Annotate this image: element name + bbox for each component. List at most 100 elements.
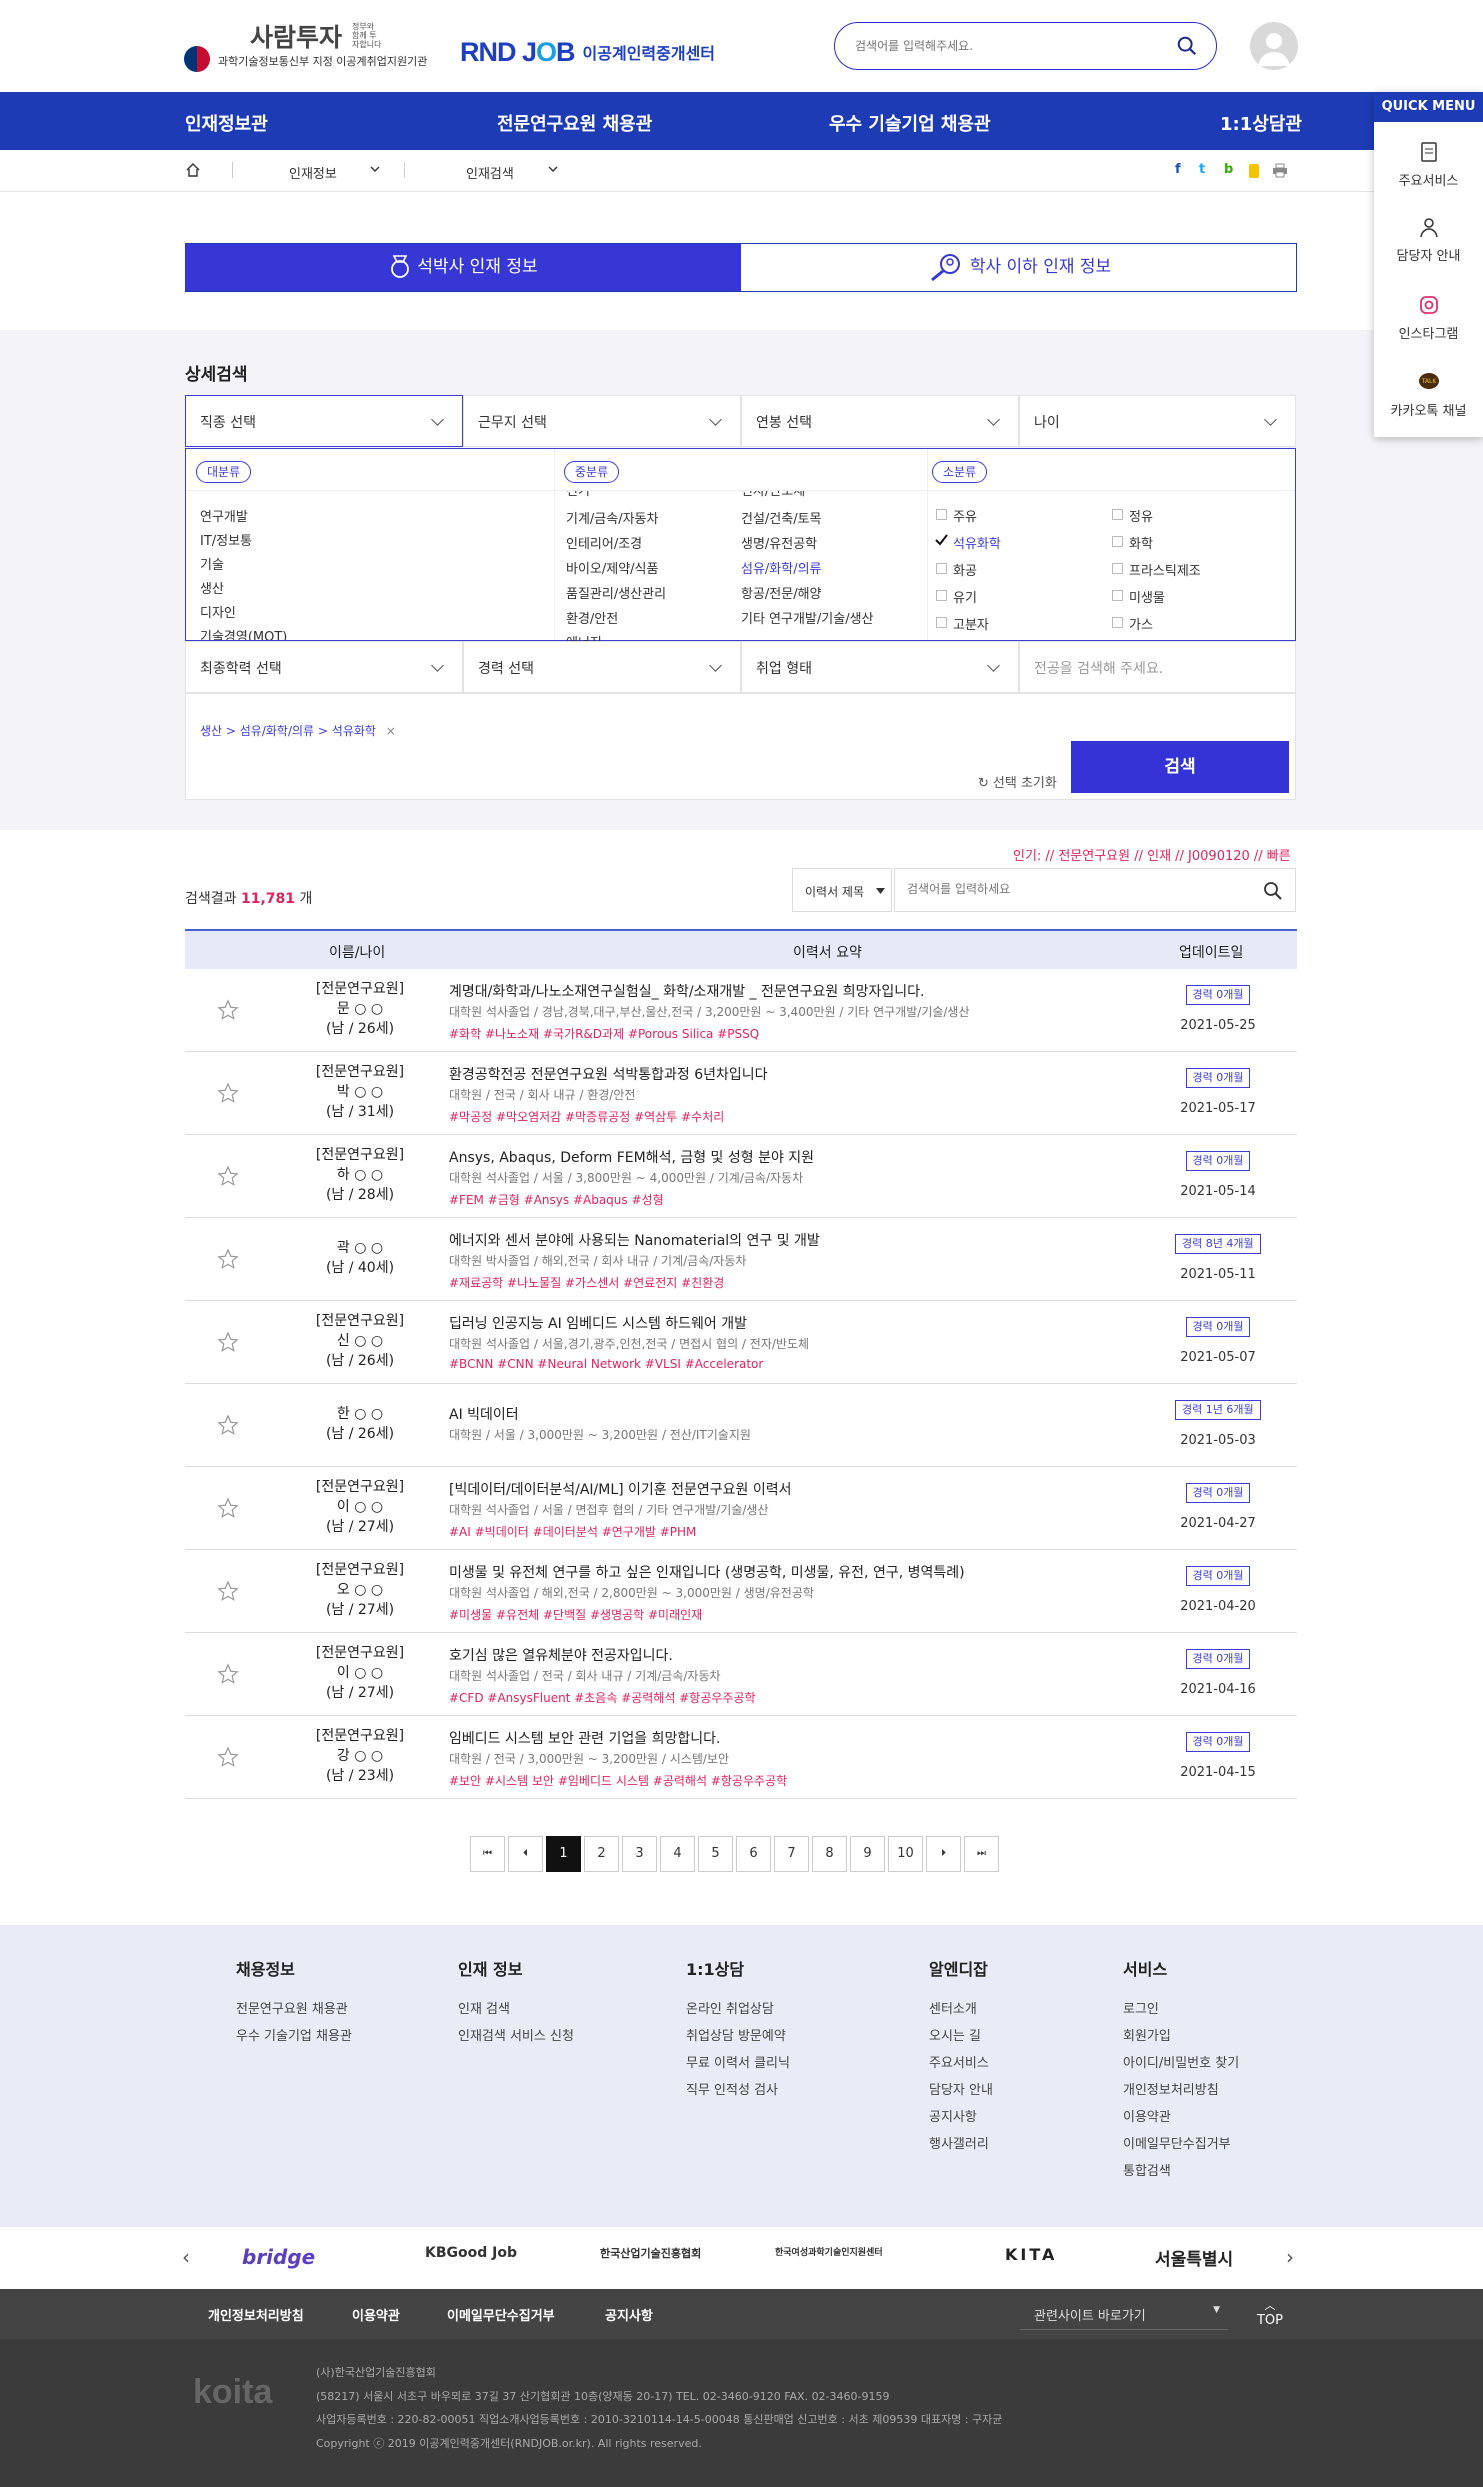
first-page-button[interactable]: ⏮ (470, 1836, 505, 1872)
tab-master-doctor[interactable]: 석박사 인재 정보 (186, 244, 741, 291)
star-icon[interactable] (217, 1082, 239, 1104)
search-icon[interactable] (1263, 881, 1283, 901)
minor-item-selected[interactable]: 석유화학 (953, 533, 1001, 552)
tab-bachelor[interactable]: 학사 이하 인재 정보 (741, 244, 1296, 291)
table-row[interactable]: 한 ○ ○ (남 / 26세) AI 빅데이터 대학원 / 서울 / 3,000만원 … (185, 1384, 1297, 1467)
partner-logo[interactable]: 한국여성과학기술인지원센터 (775, 2245, 883, 2258)
star-icon[interactable] (217, 1580, 239, 1602)
footer-link[interactable]: 온라인 취업상담 (686, 1996, 790, 2023)
middle-item-selected[interactable]: 섬유/화학/의류 (741, 558, 822, 577)
star-icon[interactable] (217, 1165, 239, 1187)
major-keyword-field[interactable]: 전공을 검색해 주세요. (1019, 641, 1296, 693)
print-icon[interactable] (1272, 163, 1288, 178)
table-row[interactable]: [전문연구요원] 하 ○ ○ (남 / 28세) Ansys, Abaqus, Def… (185, 1135, 1297, 1218)
popular-keywords[interactable]: 인기: // 전문연구요원 // 인재 // J0090120 // 빠른 (1013, 845, 1291, 864)
middle-item[interactable]: 생명/유전공학 (741, 533, 817, 552)
footer-link[interactable]: 회원가입 (1123, 2023, 1239, 2050)
footer-link[interactable]: 담당자 안내 (929, 2077, 993, 2104)
nav-consult[interactable]: 1:1상담관 (1220, 110, 1302, 136)
page-button[interactable]: 5 (698, 1836, 733, 1872)
star-icon[interactable] (217, 999, 239, 1021)
search-button[interactable]: 검색 (1071, 741, 1289, 793)
star-icon[interactable] (217, 1248, 239, 1270)
major-item[interactable]: 생산 (200, 578, 224, 597)
page-button[interactable]: 6 (736, 1836, 771, 1872)
middle-item[interactable]: 전자/반도체 (741, 491, 805, 498)
table-row[interactable]: [전문연구요원] 강 ○ ○ (남 / 23세) 임베디드 시스템 보안 관련 기업을… (185, 1716, 1297, 1799)
resume-title[interactable]: AI 빅데이터 (449, 1404, 519, 1424)
twitter-icon[interactable]: t (1199, 162, 1205, 177)
resume-title[interactable]: Ansys, Abaqus, Deform FEM해석, 금형 및 성형 분야 … (449, 1147, 814, 1167)
footer-link[interactable]: 센터소개 (929, 1996, 993, 2023)
star-icon[interactable] (217, 1331, 239, 1353)
nav-company[interactable]: 우수 기술기업 채용관 (829, 110, 991, 136)
policy-link[interactable]: 공지사항 (605, 2305, 653, 2324)
footer-link[interactable]: 통합검색 (1123, 2158, 1239, 2185)
facebook-icon[interactable]: f (1175, 162, 1181, 177)
result-filter-select[interactable]: 이력서 제목 (792, 868, 892, 912)
page-button[interactable]: 7 (774, 1836, 809, 1872)
resume-title[interactable]: 딥러닝 인공지능 AI 임베디드 시스템 하드웨어 개발 (449, 1313, 747, 1333)
table-row[interactable]: [전문연구요원] 박 ○ ○ (남 / 31세) 환경공학전공 전문연구요원 석박통합… (185, 1052, 1297, 1135)
minor-item[interactable]: 정유 (1129, 506, 1153, 525)
user-avatar[interactable] (1250, 22, 1298, 70)
middle-item[interactable]: 건설/건축/토목 (741, 508, 822, 527)
partner-logo[interactable]: KITA (1005, 2245, 1057, 2264)
resume-title[interactable]: 호기심 많은 열유체분야 전공자입니다. (449, 1645, 673, 1665)
checkbox[interactable] (1112, 617, 1123, 628)
partner-logo[interactable]: 서울특별시 (1155, 2245, 1233, 2270)
education-select[interactable]: 최종학력 선택 (185, 641, 463, 693)
middle-item[interactable]: 기타 연구개발/기술/생산 (741, 608, 874, 627)
major-item[interactable]: IT/정보통 (200, 530, 252, 549)
footer-link[interactable]: 인재검색 서비스 신청 (458, 2023, 574, 2050)
star-icon[interactable] (217, 1746, 239, 1768)
age-select[interactable]: 나이 (1019, 395, 1296, 447)
minor-item[interactable]: 유기 (953, 587, 977, 606)
table-row[interactable]: [전문연구요원] 이 ○ ○ (남 / 27세) [빅데이터/데이터분석/AI/ML]… (185, 1467, 1297, 1550)
page-button[interactable]: 8 (812, 1836, 847, 1872)
footer-link[interactable]: 전문연구요원 채용관 (236, 1996, 352, 2023)
page-button[interactable]: 9 (850, 1836, 885, 1872)
checkbox[interactable] (936, 563, 947, 574)
chevron-right-icon[interactable]: › (1286, 2245, 1294, 2269)
location-select[interactable]: 근무지 선택 (463, 395, 741, 447)
quick-staff[interactable]: 담당자 안내 (1374, 215, 1483, 264)
minor-item[interactable]: 가스 (1129, 614, 1153, 633)
footer-link[interactable]: 오시는 길 (929, 2023, 993, 2050)
major-item[interactable]: 기술 (200, 554, 224, 573)
footer-link[interactable]: 로그인 (1123, 1996, 1239, 2023)
related-sites-select[interactable]: 관련사이트 바로가기 ▼ (1020, 2296, 1228, 2330)
result-search-input[interactable] (907, 882, 1247, 896)
resume-title[interactable]: [빅데이터/데이터분석/AI/ML] 이기훈 전문연구요원 이력서 (449, 1479, 792, 1499)
kakaostory-icon[interactable] (1249, 164, 1259, 178)
page-button[interactable]: 10 (888, 1836, 923, 1872)
nav-talent[interactable]: 인재정보관 (185, 110, 268, 136)
middle-item[interactable]: 기계/금속/자동차 (566, 508, 658, 527)
checkbox[interactable] (936, 617, 947, 628)
minor-item[interactable]: 화학 (1129, 533, 1153, 552)
policy-link[interactable]: 이용약관 (352, 2305, 400, 2324)
middle-item[interactable]: 전기 (566, 491, 590, 498)
saram-logo[interactable]: 사람투자 정부와 함께 투자합니다 과학기술정보통신부 지정 이공계취업지원기관 (184, 18, 434, 74)
footer-link[interactable]: 무료 이력서 클리닉 (686, 2050, 790, 2077)
footer-link[interactable]: 직무 인적성 검사 (686, 2077, 790, 2104)
table-row[interactable]: [전문연구요원] 문 ○ ○ (남 / 26세) 계명대/화학과/나노소재연구실험실_… (185, 969, 1297, 1052)
rndjob-logo[interactable]: RND JOB 이공계인력중개센터 (460, 36, 715, 68)
major-item[interactable]: 연구개발 (200, 506, 248, 525)
minor-item[interactable]: 프라스틱제조 (1129, 560, 1201, 579)
nav-researcher[interactable]: 전문연구요원 채용관 (497, 110, 652, 136)
page-button[interactable]: 2 (584, 1836, 619, 1872)
career-select[interactable]: 경력 선택 (463, 641, 741, 693)
star-icon[interactable] (217, 1663, 239, 1685)
footer-link[interactable]: 공지사항 (929, 2104, 993, 2131)
footer-link[interactable]: 이용약관 (1123, 2104, 1239, 2131)
partner-logo[interactable]: KBGood Job (425, 2245, 517, 2261)
job-select[interactable]: 직종 선택 (185, 395, 463, 447)
footer-link[interactable]: 인재 검색 (458, 1996, 574, 2023)
chevron-left-icon[interactable]: ‹ (182, 2245, 190, 2269)
check-icon[interactable] (935, 534, 948, 546)
resume-title[interactable]: 에너지와 센서 분야에 사용되는 Nanomaterial의 연구 및 개발 (449, 1230, 820, 1250)
minor-item[interactable]: 고분자 (953, 614, 989, 633)
footer-link[interactable]: 취업상담 방문예약 (686, 2023, 790, 2050)
breadcrumb-talent[interactable]: 인재정보 (289, 163, 337, 182)
